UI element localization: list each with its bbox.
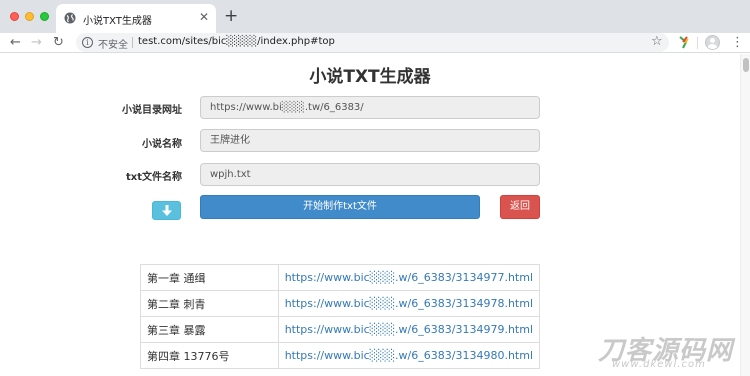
scrollbar-thumb[interactable] bbox=[743, 58, 749, 72]
new-tab-button[interactable]: + bbox=[224, 6, 238, 26]
forward-arrow-icon[interactable]: → bbox=[31, 35, 42, 51]
scrollbar[interactable] bbox=[740, 54, 750, 376]
novel-name-label: 小说名称 bbox=[142, 139, 182, 150]
toolbar-separator bbox=[697, 37, 698, 49]
profile-avatar-icon[interactable] bbox=[705, 35, 720, 50]
novel-url-label: 小说目录网址 bbox=[122, 105, 182, 116]
chapter-title: 第三章 暴露 bbox=[140, 316, 279, 343]
back-arrow-icon[interactable]: ← bbox=[10, 35, 21, 51]
back-button[interactable]: 返回 bbox=[500, 195, 540, 219]
watermark-url: www.dkewl.com bbox=[612, 359, 706, 370]
reload-icon[interactable]: ↻ bbox=[53, 35, 64, 51]
address-separator bbox=[132, 37, 133, 48]
table-row: 第三章 暴露 https://www.bic░░░.w/6_6383/31349… bbox=[140, 316, 541, 343]
extension-icon[interactable] bbox=[678, 36, 690, 49]
chapter-link[interactable]: https://www.bic░░░.w/6_6383/3134977.html bbox=[277, 264, 541, 291]
globe-icon bbox=[64, 12, 76, 24]
bookmark-star-icon[interactable]: ☆ bbox=[651, 34, 663, 50]
tab-title: 小说TXT生成器 bbox=[83, 16, 152, 27]
more-menu-icon[interactable]: ⋮ bbox=[731, 35, 744, 50]
chapter-title: 第一章 通缉 bbox=[140, 264, 279, 291]
browser-toolbar: ← → ↻ i 不安全 test.com/sites/bic░░░░/index… bbox=[0, 33, 750, 53]
maximize-window-button[interactable] bbox=[40, 12, 49, 21]
page-content: 小说TXT生成器 小说目录网址 https://www.bi░░░.tw/6_6… bbox=[0, 54, 750, 376]
browser-tab[interactable]: 小说TXT生成器 ✕ bbox=[56, 4, 216, 33]
novel-url-input[interactable]: https://www.bi░░░.tw/6_6383/ bbox=[200, 96, 540, 119]
txt-filename-label: txt文件名称 bbox=[125, 172, 182, 183]
table-row: 第一章 通缉 https://www.bic░░░.w/6_6383/31349… bbox=[140, 264, 541, 291]
close-window-button[interactable] bbox=[10, 12, 19, 21]
chapter-link[interactable]: https://www.bic░░░.w/6_6383/3134980.html bbox=[277, 342, 541, 369]
security-label: 不安全 bbox=[98, 40, 128, 51]
download-button[interactable] bbox=[152, 201, 181, 220]
chapter-link[interactable]: https://www.bic░░░.w/6_6383/3134978.html bbox=[277, 290, 541, 317]
chapter-link[interactable]: https://www.bic░░░.w/6_6383/3134979.html bbox=[277, 316, 541, 343]
table-row: 第二章 刺青 https://www.bic░░░.w/6_6383/31349… bbox=[140, 290, 541, 317]
minimize-window-button[interactable] bbox=[25, 12, 34, 21]
start-generate-button[interactable]: 开始制作txt文件 bbox=[200, 195, 480, 219]
page-title: 小说TXT生成器 bbox=[309, 67, 431, 87]
browser-tab-bar: 小说TXT生成器 ✕ + bbox=[0, 0, 750, 33]
novel-name-input[interactable]: 王牌进化 bbox=[200, 129, 540, 152]
chapter-title: 第二章 刺青 bbox=[140, 290, 279, 317]
url-text[interactable]: test.com/sites/bic░░░░/index.php#top bbox=[138, 36, 335, 47]
chapter-table: 第一章 通缉 https://www.bic░░░.w/6_6383/31349… bbox=[140, 264, 541, 369]
chapter-title: 第四章 13776号 bbox=[140, 342, 279, 369]
txt-filename-input[interactable]: wpjh.txt bbox=[200, 163, 540, 186]
close-tab-icon[interactable]: ✕ bbox=[199, 10, 209, 24]
address-bar[interactable]: i 不安全 test.com/sites/bic░░░░/index.php#t… bbox=[76, 33, 669, 52]
info-icon[interactable]: i bbox=[82, 37, 93, 48]
arrow-down-icon bbox=[162, 205, 172, 216]
table-row: 第四章 13776号 https://www.bic░░░.w/6_6383/3… bbox=[140, 342, 541, 369]
